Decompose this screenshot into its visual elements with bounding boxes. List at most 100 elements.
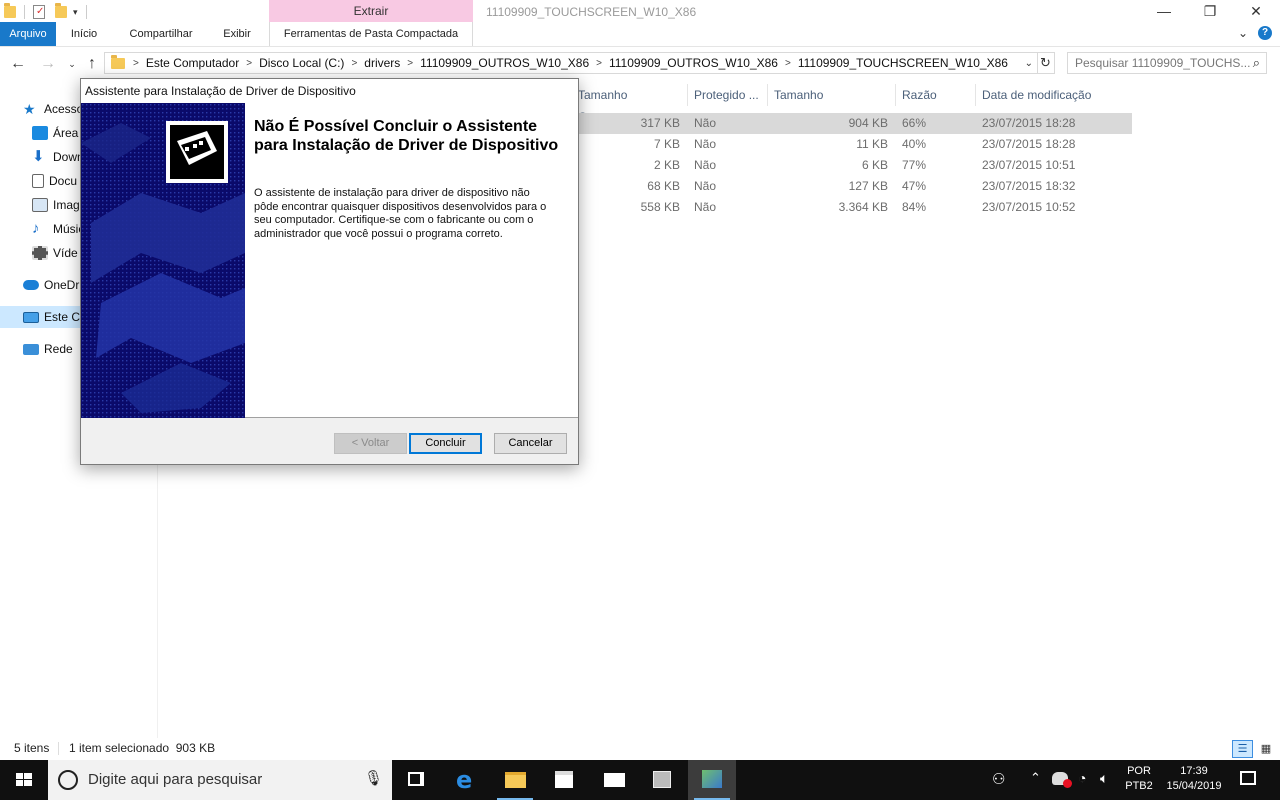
separator (85, 5, 87, 19)
breadcrumb-item[interactable]: Disco Local (C:) (259, 56, 344, 70)
chevron-right-icon[interactable]: > (351, 58, 357, 69)
column-header-ratio[interactable]: Razão (896, 84, 976, 106)
details-view-icon[interactable]: ☰ (1232, 740, 1253, 758)
chevron-right-icon[interactable]: > (246, 58, 252, 69)
security-warning-icon[interactable] (1052, 772, 1072, 788)
back-arrow-icon[interactable]: ← (8, 54, 28, 74)
properties-icon[interactable]: ✓ (33, 5, 45, 19)
taskbar-app-store[interactable] (540, 760, 588, 800)
finish-button[interactable]: Concluir (409, 433, 482, 454)
dialog-message: O assistente de instalação para driver d… (254, 187, 547, 240)
column-header-compact-size[interactable]: Tamanho Compact... (572, 84, 688, 124)
address-dropdown-icon[interactable]: ⌄ (1025, 58, 1033, 69)
ribbon-expand-icon[interactable]: ⌄ (1238, 26, 1248, 40)
tab-inicio[interactable]: Início (62, 22, 106, 46)
driver-wizard-dialog: Assistente para Instalação de Driver de … (80, 78, 579, 465)
breadcrumb-item[interactable]: 11109909_TOUCHSCREEN_W10_X86 (798, 56, 1008, 70)
item-count: 5 itens (14, 741, 50, 755)
language-indicator[interactable]: POR PTB2 (1120, 764, 1158, 796)
taskbar-app-mail[interactable] (590, 760, 638, 800)
network-status-icon[interactable]: ◔ (1078, 770, 1086, 786)
chevron-right-icon[interactable]: > (596, 58, 602, 69)
cell-date: 23/07/2015 18:32 (982, 179, 1076, 193)
title-bar: ✓ ▾ Extrair 11109909_TOUCHSCREEN_W10_X86… (0, 0, 1280, 24)
cell-protected: Não (694, 116, 717, 130)
taskbar-app-device[interactable] (638, 760, 686, 800)
search-placeholder: Pesquisar 11109909_TOUCHS... (1075, 56, 1251, 70)
forward-arrow-icon[interactable]: → (38, 54, 58, 74)
start-button[interactable] (0, 760, 48, 800)
tab-arquivo[interactable]: Arquivo (0, 22, 56, 46)
chevron-right-icon[interactable]: > (407, 58, 413, 69)
tab-ferramentas[interactable]: Ferramentas de Pasta Compactada (269, 22, 473, 46)
large-icons-view-icon[interactable]: ▦ (1257, 740, 1275, 758)
breadcrumb-item[interactable]: 11109909_OUTROS_W10_X86 (420, 56, 589, 70)
device-manager-icon (653, 771, 671, 788)
sidebar-item-label: Rede (44, 342, 73, 356)
status-separator (58, 742, 59, 755)
cloud-icon (23, 280, 39, 290)
cell-size: 3.364 KB (838, 200, 888, 214)
store-icon (555, 771, 573, 788)
keyboard-layout: PTB2 (1125, 780, 1153, 792)
taskbar-app-driver-wizard[interactable] (688, 760, 736, 800)
computer-icon (23, 311, 39, 323)
cell-date: 23/07/2015 18:28 (982, 116, 1076, 130)
folder-icon (4, 3, 16, 18)
recent-locations-icon[interactable]: ⌄ (62, 54, 82, 74)
minimize-button[interactable]: — (1141, 0, 1187, 24)
video-icon (32, 246, 48, 260)
restore-button[interactable]: ❐ (1187, 0, 1233, 24)
breadcrumb-item[interactable]: 11109909_OUTROS_W10_X86 (609, 56, 778, 70)
breadcrumb-item[interactable]: drivers (364, 56, 400, 70)
people-icon[interactable]: ⚇ (992, 770, 1005, 788)
back-button[interactable]: < Voltar (334, 433, 407, 454)
new-folder-icon[interactable] (55, 3, 67, 18)
search-input[interactable]: Pesquisar 11109909_TOUCHS... ⌕ (1067, 52, 1267, 74)
cell-protected: Não (694, 179, 717, 193)
volume-muted-icon[interactable]: 🔈︎ (1100, 770, 1108, 787)
sidebar-item-label: Víde (53, 246, 78, 260)
chevron-right-icon[interactable]: > (785, 58, 791, 69)
column-header-date[interactable]: Data de modificação (976, 84, 1136, 106)
cancel-button[interactable]: Cancelar (494, 433, 567, 454)
customize-qat-icon[interactable]: ▾ (73, 7, 78, 18)
chevron-right-icon[interactable]: > (133, 58, 139, 69)
desktop-icon (32, 126, 48, 140)
address-bar[interactable]: > Este Computador > Disco Local (C:) > d… (104, 52, 1038, 74)
action-center-icon[interactable] (1240, 771, 1256, 785)
up-arrow-icon[interactable]: ↑ (82, 54, 102, 74)
cell-size: 6 KB (861, 158, 888, 172)
column-header-size[interactable]: Tamanho (768, 84, 896, 106)
selection-info: 1 item selecionado 903 KB (69, 741, 216, 755)
tab-compartilhar[interactable]: Compartilhar (118, 22, 204, 46)
clock[interactable]: 17:39 15/04/2019 (1160, 764, 1228, 796)
cell-compact: 7 KB (653, 137, 680, 151)
refresh-icon[interactable]: ↻ (1037, 52, 1055, 74)
task-view-button[interactable] (392, 760, 440, 800)
breadcrumb-item[interactable]: Este Computador (146, 56, 239, 70)
folder-icon (111, 54, 125, 69)
taskbar-app-edge[interactable]: e (443, 760, 491, 800)
address-row: ← → ⌄ ↑ > Este Computador > Disco Local … (0, 48, 1280, 80)
cell-compact: 558 KB (640, 200, 680, 214)
clock-date: 15/04/2019 (1166, 780, 1222, 792)
tab-exibir[interactable]: Exibir (214, 22, 260, 46)
cell-date: 23/07/2015 10:51 (982, 158, 1076, 172)
cell-protected: Não (694, 137, 717, 151)
column-header-protected[interactable]: Protegido ... (688, 84, 768, 106)
close-button[interactable]: ✕ (1233, 0, 1279, 24)
dialog-body: Não É Possível Concluir o Assistente par… (81, 103, 578, 418)
help-icon[interactable]: ? (1258, 26, 1272, 40)
window-title: 11109909_TOUCHSCREEN_W10_X86 (486, 5, 697, 19)
taskbar-search-input[interactable]: Digite aqui para pesquisar 🎙︎ (48, 760, 392, 800)
show-hidden-icons-icon[interactable]: ⌃ (1030, 770, 1041, 786)
music-icon: ♪ (32, 220, 40, 237)
microphone-icon[interactable]: 🎙︎ (364, 769, 383, 787)
task-view-icon (408, 772, 424, 786)
sidebar-item-label: Docu (49, 174, 78, 188)
cell-date: 23/07/2015 10:52 (982, 200, 1076, 214)
image-icon (32, 198, 48, 212)
context-tab-extrair[interactable]: Extrair (269, 0, 473, 22)
taskbar-app-explorer[interactable] (491, 760, 539, 800)
